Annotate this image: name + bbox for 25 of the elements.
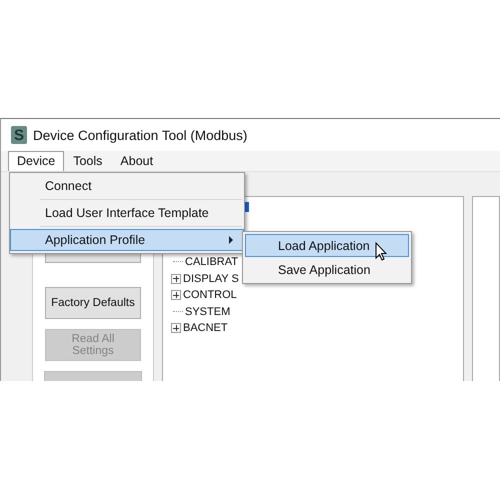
menu-item[interactable]: Connect <box>12 175 242 197</box>
tree-item[interactable]: CONTROL <box>182 289 237 302</box>
menu-item[interactable]: Application Profile <box>10 229 244 251</box>
tree-item[interactable]: BACNET <box>182 322 228 334</box>
tree-item[interactable]: DISPLAY S <box>182 272 239 285</box>
expand-icon[interactable] <box>171 290 181 300</box>
tree-item[interactable]: CALIBRAT <box>184 256 238 268</box>
expand-icon[interactable] <box>171 323 181 334</box>
expand-icon[interactable] <box>171 274 181 284</box>
menu-item[interactable]: Load Application <box>245 234 409 257</box>
menu-item-label: Connect <box>45 179 93 193</box>
tree-item[interactable]: SYSTEM <box>184 306 230 318</box>
menu-item-label: Load User Interface Template <box>45 206 210 220</box>
window-title: Device Configuration Tool (Modbus) <box>33 128 248 142</box>
tree-line <box>173 261 183 264</box>
menu-item[interactable]: Save Application <box>245 258 409 281</box>
app-logo: S <box>11 126 27 144</box>
panel-button[interactable]: Factory Defaults <box>45 287 141 319</box>
menu-item[interactable]: Tools <box>64 151 112 171</box>
menu-item[interactable]: About <box>111 151 162 171</box>
menu-item[interactable]: Load User Interface Template <box>12 202 242 224</box>
menu-item-label: Application Profile <box>45 233 146 247</box>
menu-item[interactable]: Device <box>8 151 64 171</box>
tree-line <box>173 310 183 313</box>
mouse-pointer-icon <box>375 242 387 261</box>
